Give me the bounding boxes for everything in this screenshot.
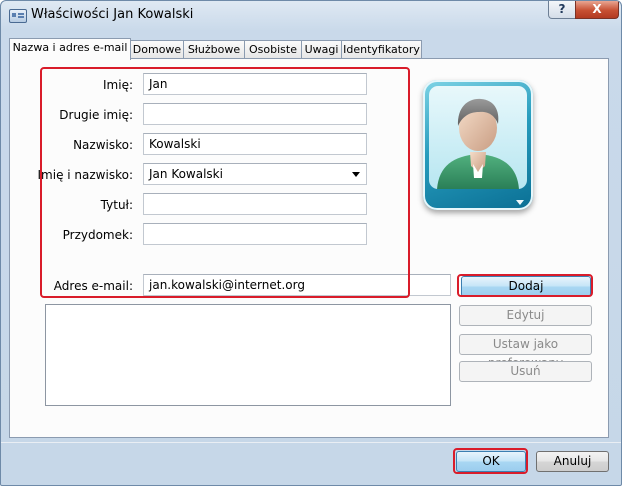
cancel-button[interactable]: Anuluj [536, 451, 609, 472]
middle-name-label: Drugie imię: [59, 108, 133, 122]
tab-business[interactable]: Służbowe [183, 40, 245, 58]
chevron-down-icon[interactable] [516, 200, 524, 205]
email-field[interactable]: jan.kowalski@internet.org [143, 274, 451, 296]
nickname-label: Przydomek: [62, 228, 133, 242]
full-name-label: Imię i nazwisko: [37, 168, 133, 182]
tab-ids[interactable]: Identyfikatory [341, 40, 422, 58]
tab-strip: Nazwa i adres e-mail Domowe Służbowe Oso… [9, 38, 609, 60]
tab-notes[interactable]: Uwagi [301, 40, 342, 58]
window-title: Właściwości Jan Kowalski [31, 7, 194, 22]
title-bar[interactable]: Właściwości Jan Kowalski ? X [1, 1, 621, 29]
dropdown-arrow-icon[interactable] [352, 172, 360, 177]
tab-personal[interactable]: Osobiste [244, 40, 302, 58]
tab-name-and-email[interactable]: Nazwa i adres e-mail [9, 38, 131, 60]
set-preferred-button[interactable]: Ustaw jako preferowany [459, 334, 592, 370]
add-email-button[interactable]: Dodaj [461, 276, 591, 297]
first-name-field[interactable]: Jan [143, 73, 367, 95]
footer-divider [1, 442, 621, 443]
nickname-field[interactable] [143, 223, 367, 245]
contact-picture[interactable] [423, 80, 533, 210]
full-name-value: Jan Kowalski [149, 167, 223, 181]
person-silhouette-icon [437, 98, 519, 189]
ok-button[interactable]: OK [456, 451, 526, 472]
avatar [429, 86, 527, 189]
first-name-label: Imię: [103, 78, 133, 92]
email-label: Adres e-mail: [53, 279, 133, 293]
close-button[interactable]: X [575, 1, 619, 19]
help-button[interactable]: ? [548, 1, 576, 19]
title-field[interactable] [143, 193, 367, 215]
last-name-field[interactable]: Kowalski [143, 133, 367, 155]
contact-card-icon [9, 9, 27, 23]
email-list[interactable] [45, 304, 451, 406]
remove-email-button[interactable]: Usuń [459, 361, 592, 382]
last-name-label: Nazwisko: [73, 138, 133, 152]
edit-email-button[interactable]: Edytuj [459, 305, 592, 326]
title-label: Tytuł: [100, 198, 133, 212]
full-name-combobox[interactable]: Jan Kowalski [143, 163, 367, 185]
tab-home[interactable]: Domowe [130, 40, 184, 58]
middle-name-field[interactable] [143, 103, 367, 125]
dialog-window: Właściwości Jan Kowalski ? X Nazwa i adr… [0, 0, 622, 486]
